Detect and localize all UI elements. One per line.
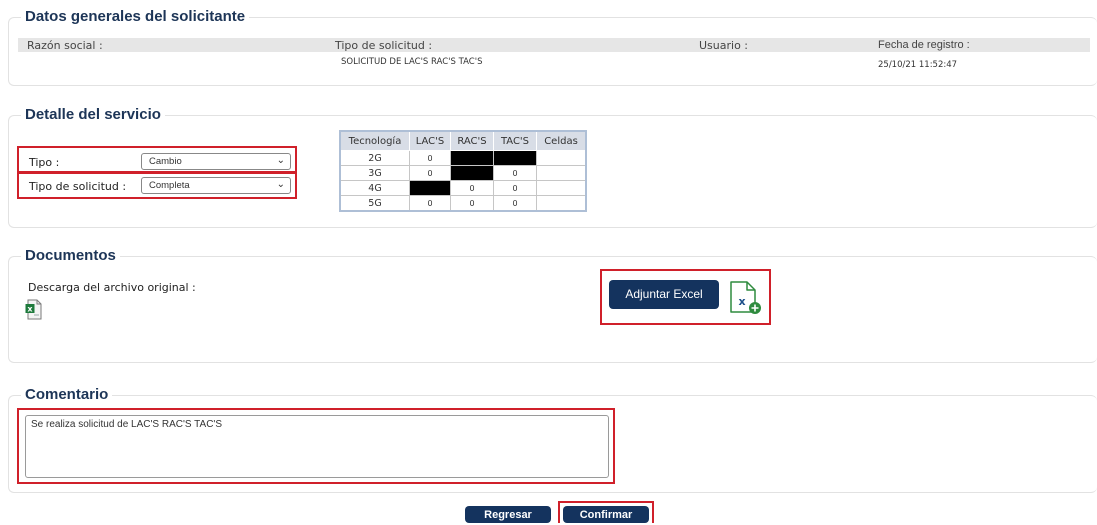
table-cell (536, 165, 587, 181)
table-cell: 0 (450, 180, 494, 196)
chevron-down-icon: ⌄ (276, 155, 285, 166)
table-header: LAC'S (409, 130, 451, 151)
table-cell (536, 150, 587, 166)
tipo-solicitud-detalle-label: Tipo de solicitud : (29, 180, 127, 193)
table-header: RAC'S (450, 130, 494, 151)
table-cell: 0 (409, 150, 451, 166)
usuario-label: Usuario : (699, 39, 749, 52)
razon-social-label: Razón social : (27, 39, 103, 52)
table-cell (536, 195, 587, 212)
tipo-solicitud-select[interactable]: Completa ⌄ (141, 177, 291, 194)
svg-text:x: x (27, 305, 33, 314)
documentos-title: Documentos (21, 247, 120, 264)
table-header: TAC'S (493, 130, 537, 151)
table-header-row: Tecnología LAC'S RAC'S TAC'S Celdas (339, 130, 587, 151)
table-cell (536, 180, 587, 196)
adjuntar-excel-button[interactable]: Adjuntar Excel (609, 280, 719, 309)
chevron-down-icon: ⌄ (276, 179, 285, 190)
table-header: Celdas (536, 130, 587, 151)
fecha-registro-value: 25/10/21 11:52:47 (878, 60, 958, 70)
table-row: 4G 0 0 (339, 180, 587, 196)
table-cell: 2G (339, 150, 410, 166)
regresar-label: Regresar (484, 509, 532, 521)
fecha-registro-label: Fecha de registro : (878, 39, 970, 51)
descarga-label: Descarga del archivo original : (28, 281, 196, 294)
table-cell: 5G (339, 195, 410, 212)
table-cell: 3G (339, 165, 410, 181)
excel-add-icon[interactable]: x (727, 278, 765, 316)
table-cell: 0 (493, 180, 537, 196)
tipo-solicitud-value: SOLICITUD DE LAC'S RAC'S TAC'S (341, 57, 483, 67)
tipo-solicitud-label: Tipo de solicitud : (335, 39, 433, 52)
redacted-cell (493, 150, 537, 166)
table-cell: 0 (493, 195, 537, 212)
table-cell: 0 (450, 195, 494, 212)
documentos-section: Documentos (8, 247, 1097, 363)
tecnologia-table: Tecnología LAC'S RAC'S TAC'S Celdas 2G 0… (339, 130, 587, 212)
table-row: 2G 0 (339, 150, 587, 166)
tipo-select[interactable]: Cambio ⌄ (141, 153, 291, 170)
comentario-title: Comentario (21, 386, 113, 403)
table-cell: 0 (409, 165, 451, 181)
svg-text:x: x (738, 295, 745, 308)
redacted-cell (450, 165, 494, 181)
confirmar-button[interactable]: Confirmar (563, 506, 649, 523)
table-row: 3G 0 0 (339, 165, 587, 181)
redacted-cell (409, 180, 451, 196)
datos-generales-title: Datos generales del solicitante (21, 8, 250, 25)
adjuntar-excel-label: Adjuntar Excel (625, 287, 703, 301)
regresar-button[interactable]: Regresar (465, 506, 551, 523)
table-cell: 4G (339, 180, 410, 196)
tipo-select-value: Cambio (149, 156, 182, 167)
table-row: 5G 0 0 0 (339, 195, 587, 212)
confirmar-label: Confirmar (579, 509, 633, 521)
comentario-textarea[interactable]: Se realiza solicitud de LAC'S RAC'S TAC'… (25, 415, 609, 478)
tipo-solicitud-select-value: Completa (149, 180, 190, 191)
table-header: Tecnología (339, 130, 410, 151)
detalle-servicio-title: Detalle del servicio (21, 106, 165, 123)
excel-file-icon[interactable]: x (25, 299, 42, 320)
tipo-label: Tipo : (29, 156, 60, 169)
redacted-cell (450, 150, 494, 166)
table-cell: 0 (409, 195, 451, 212)
table-cell: 0 (493, 165, 537, 181)
